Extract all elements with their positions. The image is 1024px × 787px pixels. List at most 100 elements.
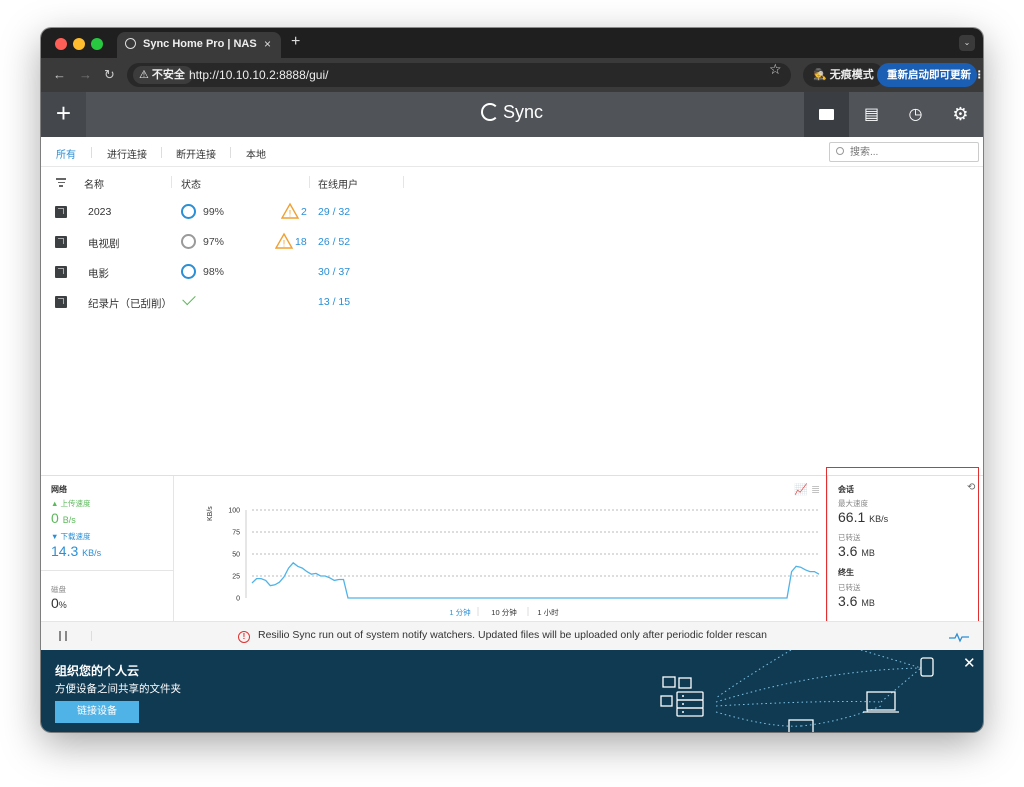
close-window-button[interactable] [55, 38, 67, 50]
progress-ring-icon [181, 234, 196, 249]
divider [171, 176, 172, 188]
banner-close-button[interactable]: ✕ [963, 654, 976, 672]
globe-icon [125, 38, 136, 49]
address-bar: ← → ↻ ⚠ 不安全 http://10.10.10.2:8888/gui/ … [41, 58, 983, 92]
search-input[interactable] [829, 142, 979, 162]
clock-icon: ◷ [908, 106, 923, 123]
divider [161, 147, 162, 158]
svg-text:!: ! [283, 239, 286, 249]
omnibox[interactable]: ⚠ 不安全 http://10.10.10.2:8888/gui/ [127, 63, 791, 87]
folder-peers[interactable]: 29 / 32 [318, 206, 350, 218]
forward-arrow-icon[interactable]: → [79, 67, 92, 82]
folder-status: 97% [203, 236, 225, 248]
download-series-line [251, 561, 820, 599]
back-arrow-icon[interactable]: ← [53, 67, 66, 82]
divider [91, 147, 92, 158]
synced-folder-icon [55, 296, 67, 308]
document-icon: ▤ [863, 106, 880, 123]
sync-logo: Sync [481, 102, 543, 123]
upload-speed-label: ▲ 上传速度 [51, 499, 91, 508]
browser-tab[interactable]: Sync Home Pro | NAS × [117, 32, 281, 58]
table-row[interactable]: 2023 99% ! 2 29 / 32 [41, 197, 983, 227]
max-speed-value: 66.1 KB/s [838, 509, 889, 525]
network-title: 网络 [51, 485, 67, 494]
app-header: + Sync ▤ ◷ ⚙ [41, 92, 983, 137]
filter-tab-connecting[interactable]: 进行连接 [107, 146, 147, 161]
range-1h-button[interactable]: 1 小时 [537, 607, 559, 617]
lifetime-transferred-label: 已转送 [838, 583, 861, 592]
table-row[interactable]: 电视剧 97% ! 18 26 / 52 [41, 227, 983, 257]
browser-window: Sync Home Pro | NAS × + ⌄ ← → ↻ ⚠ 不安全 ht… [41, 28, 983, 732]
status-message: ! Resilio Sync run out of system notify w… [238, 629, 767, 643]
line-chart-view-icon[interactable]: 📈 [794, 483, 808, 496]
url-text[interactable]: http://10.10.10.2:8888/gui/ [189, 68, 328, 82]
warning-icon[interactable]: ! [275, 232, 293, 250]
tab-close-button[interactable]: × [264, 37, 271, 51]
status-bar: ! Resilio Sync run out of system notify w… [41, 621, 983, 650]
history-log-button[interactable]: ▤ [849, 92, 894, 137]
column-name[interactable]: 名称 [84, 176, 104, 191]
add-folder-button[interactable]: + [41, 92, 86, 137]
reload-icon[interactable]: ↻ [104, 67, 115, 83]
new-tab-button[interactable]: + [291, 33, 300, 51]
filter-tab-all[interactable]: 所有 [56, 146, 76, 161]
tab-bar: Sync Home Pro | NAS × + ⌄ [41, 28, 983, 58]
folder-peers[interactable]: 26 / 52 [318, 236, 350, 248]
settings-button[interactable]: ⚙ [938, 92, 983, 137]
table-row[interactable]: 电影 98% 30 / 37 [41, 257, 983, 287]
session-transferred-label: 已转送 [838, 533, 861, 542]
session-transferred-value: 3.6 MB [838, 543, 875, 559]
folder-peers[interactable]: 30 / 37 [318, 266, 350, 278]
warning-icon[interactable]: ! [281, 202, 299, 220]
table-view-icon[interactable]: ≣ [811, 484, 820, 496]
download-speed-value: 14.3 KB/s [51, 543, 102, 559]
devices-illustration [660, 650, 934, 732]
folder-name: 2023 [88, 206, 112, 218]
divider [230, 147, 231, 158]
stats-panel: 网络 ▲ 上传速度 0 B/s ▼ 下载速度 14.3 KB/s 磁盘 0% 📈… [41, 475, 983, 621]
synced-folder-icon [55, 206, 67, 218]
lifetime-title: 终生 [838, 568, 854, 577]
range-1m-button[interactable]: 1 分钟 [449, 607, 471, 617]
reset-icon[interactable]: ⟲ [967, 482, 975, 493]
synced-folder-icon [55, 236, 67, 248]
table-row[interactable]: 纪录片（已刮削） 13 / 15 [41, 287, 983, 317]
bookmark-star-icon[interactable]: ☆ [769, 61, 782, 78]
filter-tab-local[interactable]: 本地 [246, 146, 266, 161]
banner-subtitle: 方便设备之间共享的文件夹 [55, 683, 181, 695]
minimize-window-button[interactable] [73, 38, 85, 50]
svg-text:!: ! [289, 209, 292, 219]
network-stats: 网络 ▲ 上传速度 0 B/s ▼ 下载速度 14.3 KB/s [41, 476, 174, 571]
warning-count[interactable]: 18 [295, 236, 307, 248]
zoom-window-button[interactable] [91, 38, 103, 50]
progress-ring-icon [181, 264, 196, 279]
activity-pulse-icon[interactable] [949, 631, 969, 643]
divider [403, 176, 404, 188]
range-10m-button[interactable]: 10 分钟 [491, 607, 517, 617]
filter-tab-disconnected[interactable]: 断开连接 [176, 146, 216, 161]
filter-bar: 所有 进行连接 断开连接 本地 [41, 137, 983, 167]
column-filter-icon[interactable] [56, 178, 66, 189]
insecure-badge[interactable]: ⚠ 不安全 [133, 66, 193, 84]
pause-icon[interactable] [59, 631, 67, 641]
warning-count[interactable]: 2 [301, 206, 307, 218]
download-speed-label: ▼ 下载速度 [51, 532, 91, 541]
folder-peers[interactable]: 13 / 15 [318, 296, 350, 308]
lifetime-transferred-value: 3.6 MB [838, 593, 875, 609]
upload-speed-value: 0 B/s [51, 510, 76, 526]
synced-folder-icon [55, 266, 67, 278]
y-axis-unit: KB/s [207, 506, 214, 521]
link-device-button[interactable]: 链接设备 [55, 701, 139, 723]
tab-search-button[interactable]: ⌄ [959, 35, 975, 51]
y-tick-label: 25 [232, 574, 240, 581]
folders-view-button[interactable] [804, 92, 849, 137]
folder-status: 98% [203, 266, 225, 278]
relaunch-update-button[interactable]: 重新启动即可更新 ⋮ [877, 63, 983, 87]
folder-name: 纪录片（已刮削） [88, 298, 172, 310]
folder-name: 电影 [88, 268, 109, 280]
clock-button[interactable]: ◷ [893, 92, 938, 137]
column-online-users[interactable]: 在线用户 [318, 176, 358, 191]
column-status[interactable]: 状态 [181, 176, 201, 191]
banner-title: 组织您的个人云 [55, 664, 140, 678]
incognito-badge[interactable]: 🕵 无痕模式 [803, 63, 884, 87]
